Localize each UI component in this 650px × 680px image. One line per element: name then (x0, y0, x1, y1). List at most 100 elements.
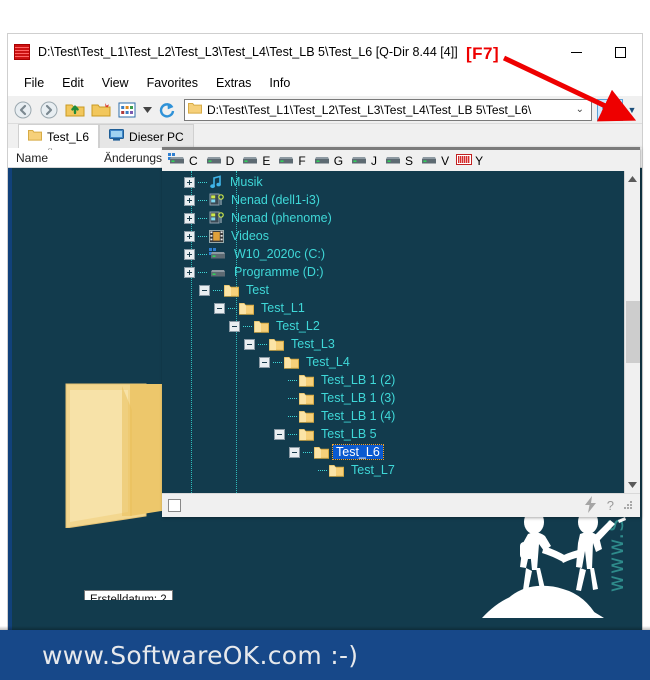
tab-dieser-pc[interactable]: Dieser PC (99, 124, 194, 148)
drive-button-g[interactable]: G (311, 153, 347, 168)
qdir-main-window: D:\Test\Test_L1\Test_L2\Test_L3\Test_L4\… (8, 34, 642, 640)
tree-node[interactable]: Test_LB 1 (4) (162, 407, 624, 425)
drive-letter: C (189, 153, 198, 168)
menu-view[interactable]: View (94, 73, 137, 93)
views-button[interactable] (115, 98, 139, 122)
question-mark-icon[interactable]: ? (607, 498, 614, 513)
menu-bar: File Edit View Favorites Extras Info (8, 70, 642, 96)
menu-edit[interactable]: Edit (54, 73, 92, 93)
collapse-node-icon[interactable] (289, 446, 300, 458)
chevron-down-icon[interactable]: ⌄ (572, 104, 588, 115)
tree-node[interactable]: Videos (162, 227, 624, 245)
expand-node-icon[interactable] (184, 176, 195, 188)
tree-connector-line (198, 199, 207, 201)
folder-icon (269, 338, 284, 351)
tree-node[interactable]: Programme (D:) (162, 263, 624, 281)
back-button[interactable] (11, 98, 35, 122)
drive-icon (205, 153, 223, 168)
screenshot-root: D:\Test\Test_L1\Test_L2\Test_L3\Test_L4\… (0, 0, 650, 680)
address-bar[interactable]: D:\Test\Test_L1\Test_L2\Test_L3\Test_L4\… (184, 98, 592, 121)
drive-button-s[interactable]: S (382, 153, 417, 168)
drive-button-c[interactable]: C (166, 153, 202, 168)
expand-node-icon[interactable] (184, 230, 195, 242)
tree-connector-line (258, 343, 267, 345)
view-toggle-dropdown[interactable]: ▼ (625, 99, 639, 121)
scroll-down-icon[interactable] (625, 477, 641, 493)
forward-button[interactable] (37, 98, 61, 122)
drive-icon (277, 153, 295, 168)
menu-favorites[interactable]: Favorites (139, 73, 206, 93)
drive-icon (420, 153, 438, 168)
tree-node[interactable]: W10_2020c (C:) (162, 245, 624, 263)
resize-grip-icon[interactable] (624, 500, 634, 511)
tree-node-label: Test_L2 (276, 319, 320, 333)
tree-node-label: Musik (230, 175, 263, 189)
drive-letter: G (333, 153, 344, 168)
drive-button-y[interactable]: Y (454, 153, 487, 168)
menu-file[interactable]: File (16, 73, 52, 93)
tab-test-l6[interactable]: Test_L6 (18, 124, 100, 148)
tree-vertical-scrollbar[interactable] (624, 171, 640, 493)
drive-icon (350, 153, 368, 168)
views-dropdown[interactable] (141, 99, 153, 121)
drive-button-f[interactable]: F (275, 153, 309, 168)
drive-button-d[interactable]: D (203, 153, 239, 168)
tree-connector-line (198, 181, 207, 183)
tree-node[interactable]: Test_L3 (162, 335, 624, 353)
collapse-node-icon[interactable] (229, 320, 240, 332)
drive-button-v[interactable]: V (418, 153, 453, 168)
address-input[interactable]: D:\Test\Test_L1\Test_L2\Test_L3\Test_L4\… (207, 103, 572, 117)
expand-node-icon[interactable] (184, 248, 195, 260)
tree-node[interactable]: Test_LB 1 (2) (162, 371, 624, 389)
scrollbar-thumb[interactable] (626, 301, 640, 363)
minimize-button[interactable] (554, 34, 598, 70)
tree-node[interactable]: Nenad (dell1-i3) (162, 191, 624, 209)
folder-icon (299, 374, 314, 387)
scroll-up-icon[interactable] (625, 171, 641, 187)
new-folder-button[interactable] (89, 98, 113, 122)
view-toggle-button[interactable] (597, 98, 623, 121)
tree-node[interactable]: Test_L4 (162, 353, 624, 371)
drive-button-j[interactable]: J (348, 153, 381, 168)
tree-connector-line (228, 307, 237, 309)
tree-node[interactable]: Nenad (phenome) (162, 209, 624, 227)
drive-letter: F (298, 153, 306, 168)
lightning-icon[interactable] (584, 495, 597, 516)
menu-info[interactable]: Info (261, 73, 298, 93)
folder-icon (188, 101, 202, 119)
expand-node-icon[interactable] (184, 266, 195, 278)
folder-icon (28, 129, 42, 144)
expand-node-icon[interactable] (184, 194, 195, 206)
tree-node-label: W10_2020c (C:) (234, 247, 326, 261)
menu-extras[interactable]: Extras (208, 73, 259, 93)
tree-node[interactable]: Test_L2 (162, 317, 624, 335)
tree-node-label: Test_L7 (351, 463, 395, 477)
collapse-node-icon[interactable] (214, 302, 225, 314)
tree-node[interactable]: Musik (162, 173, 624, 191)
drive-button-e[interactable]: E (239, 153, 274, 168)
tree-node[interactable]: Test (162, 281, 624, 299)
drive-letter: E (262, 153, 271, 168)
tree-body[interactable]: Musik Nenad (dell1-i3) Nenad (phenome) Vide… (162, 171, 640, 493)
tree-node-label: Nenad (phenome) (231, 211, 332, 225)
tree-node[interactable]: Test_L1 (162, 299, 624, 317)
drive-system-icon (168, 153, 186, 168)
checkbox-icon[interactable] (168, 499, 181, 512)
tree-node[interactable]: Test_L6 (162, 443, 624, 461)
maximize-button[interactable] (598, 34, 642, 70)
up-folder-button[interactable] (63, 98, 87, 122)
column-name[interactable]: Name ^ (8, 148, 96, 167)
tree-connector-line (318, 469, 327, 471)
bottom-watermark-text: www.SoftwareOK.com :-) (42, 640, 359, 670)
tree-scroll-area[interactable]: Musik Nenad (dell1-i3) Nenad (phenome) Vide… (162, 171, 624, 493)
tree-node[interactable]: Test_LB 5 (162, 425, 624, 443)
collapse-node-icon[interactable] (259, 356, 270, 368)
collapse-node-icon[interactable] (274, 428, 285, 440)
tree-node[interactable]: Test_L7 (162, 461, 624, 479)
tree-node[interactable]: Test_LB 1 (3) (162, 389, 624, 407)
expand-node-icon[interactable] (184, 212, 195, 224)
drive-icon (313, 153, 331, 168)
collapse-node-icon[interactable] (244, 338, 255, 350)
collapse-node-icon[interactable] (199, 284, 210, 296)
refresh-button[interactable] (155, 98, 179, 122)
